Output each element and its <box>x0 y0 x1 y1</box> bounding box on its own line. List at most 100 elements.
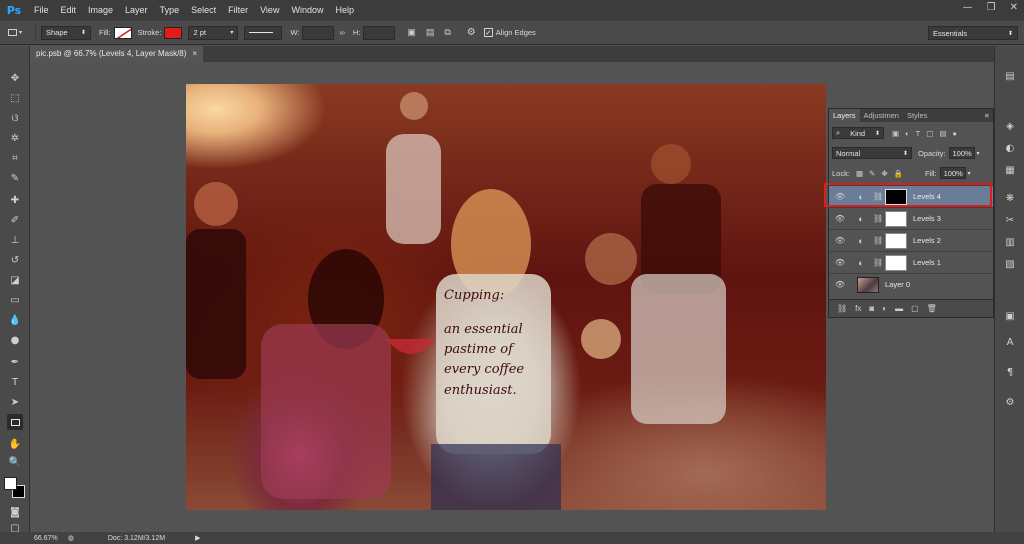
tab-adjustments[interactable]: Adjustmen <box>860 109 903 122</box>
menu-file[interactable]: File <box>28 0 55 21</box>
smart-object-filter-icon[interactable]: ▤ <box>939 129 946 138</box>
menu-window[interactable]: Window <box>285 0 329 21</box>
panel-menu-icon[interactable]: ≡ <box>985 109 993 122</box>
stroke-width-input[interactable]: 2 pt ▾ <box>188 25 239 40</box>
menu-select[interactable]: Select <box>185 0 222 21</box>
visibility-eye-icon[interactable]: 👁 <box>833 280 847 289</box>
layer-row-levels-3[interactable]: 👁 ◐ ⛓ Levels 3 <box>829 207 993 229</box>
lock-position-icon[interactable]: ✥ <box>881 169 887 178</box>
mask-link-icon[interactable]: ⛓ <box>873 236 883 245</box>
mask-link-icon[interactable]: ⛓ <box>873 214 883 223</box>
stroke-type-select[interactable] <box>244 25 283 40</box>
clone-stamp-tool-icon[interactable]: ⊥ <box>7 232 23 248</box>
layer-mask-thumbnail[interactable] <box>885 210 907 227</box>
blur-tool-icon[interactable]: 💧 <box>7 312 23 328</box>
layer-row-levels-1[interactable]: 👁 ◐ ⛓ Levels 1 <box>829 251 993 273</box>
foreground-color-swatch[interactable] <box>4 477 17 490</box>
folder-icon[interactable]: ▬ <box>895 304 903 313</box>
styles-panel-icon[interactable]: ▦ <box>1002 162 1018 178</box>
marquee-tool-icon[interactable]: ⬚ <box>7 90 23 106</box>
filter-toggle-icon[interactable]: ● <box>952 129 957 138</box>
hand-tool-icon[interactable]: ✋ <box>7 436 23 452</box>
visibility-eye-icon[interactable]: 👁 <box>833 236 847 245</box>
restore-button[interactable]: ❐ <box>987 2 996 13</box>
tab-layers[interactable]: Layers <box>829 109 860 122</box>
link-dimensions-icon[interactable]: ∞ <box>339 28 344 37</box>
zoom-tool-icon[interactable]: 🔍 <box>7 454 23 470</box>
type-tool-icon[interactable]: T <box>7 374 23 390</box>
fx-icon[interactable]: fx <box>855 304 861 313</box>
layer-mask-thumbnail[interactable] <box>885 254 907 271</box>
layer-thumbnail[interactable] <box>857 276 879 293</box>
channels-panel-icon[interactable]: ❋ <box>1002 190 1018 206</box>
document-tab[interactable]: pic.psb @ 66.7% (Levels 4, Layer Mask/8)… <box>30 46 204 62</box>
stroke-swatch[interactable] <box>164 26 183 39</box>
menu-filter[interactable]: Filter <box>222 0 254 21</box>
adjustments-panel-icon[interactable]: ◐ <box>1002 140 1018 156</box>
menu-view[interactable]: View <box>254 0 285 21</box>
crop-tool-icon[interactable]: ⌗ <box>7 150 23 166</box>
path-alignment-icon[interactable]: ▤ <box>426 27 435 38</box>
mask-icon[interactable]: ◙ <box>869 304 874 313</box>
layer-row-layer-0[interactable]: 👁 Layer 0 <box>829 273 993 295</box>
history-icon[interactable]: ▤ <box>1002 68 1018 84</box>
layer-row-levels-2[interactable]: 👁 ◐ ⛓ Levels 2 <box>829 229 993 251</box>
mask-link-icon[interactable]: ⛓ <box>873 258 883 267</box>
tool-preset-picker[interactable]: ▾ <box>0 29 30 36</box>
arrow-right-icon[interactable]: ▶ <box>195 534 200 542</box>
gradient-tool-icon[interactable]: ▭ <box>7 292 23 308</box>
shape-filter-icon[interactable]: ▢ <box>926 129 933 138</box>
properties-panel-icon[interactable]: ⚙ <box>1002 394 1018 410</box>
path-arrangement-icon[interactable]: ⧉ <box>444 27 450 38</box>
filter-kind-select[interactable]: ⌕ Kind ⬍ <box>832 127 884 139</box>
height-input[interactable] <box>363 25 396 40</box>
menu-image[interactable]: Image <box>82 0 119 21</box>
tool-mode-select[interactable]: Shape ⬍ <box>41 25 91 40</box>
eyedropper-tool-icon[interactable]: ✎ <box>7 170 23 186</box>
fill-input[interactable]: 100% <box>939 167 966 179</box>
quick-mask-icon[interactable]: ◙ <box>7 504 23 520</box>
character-panel-icon[interactable]: A <box>1002 334 1018 350</box>
paragraph-panel-icon[interactable]: ¶ <box>1002 364 1018 380</box>
document-image[interactable]: Cupping: an essential pastime of every c… <box>186 84 826 510</box>
gear-icon[interactable]: ⚙ <box>467 27 476 38</box>
pen-tool-icon[interactable]: ✒ <box>7 354 23 370</box>
layers-panel-icon[interactable]: ◈ <box>1002 118 1018 134</box>
opacity-input[interactable]: 100% <box>948 147 975 159</box>
adjustment-filter-icon[interactable]: ◐ <box>905 129 910 138</box>
workspace-select[interactable]: Essentials ⬍ <box>928 26 1018 40</box>
menu-layer[interactable]: Layer <box>119 0 154 21</box>
swatches-panel-icon[interactable]: ▥ <box>1002 234 1018 250</box>
path-operations-icon[interactable]: ▣ <box>407 27 416 38</box>
eraser-tool-icon[interactable]: ◪ <box>7 272 23 288</box>
type-filter-icon[interactable]: T <box>916 129 921 138</box>
zoom-level[interactable]: 66.67% <box>34 535 58 542</box>
lock-pixels-icon[interactable]: ✎ <box>869 169 875 178</box>
width-input[interactable] <box>302 25 335 40</box>
link-icon[interactable]: ⛓ <box>837 304 847 313</box>
canvas-area[interactable]: Cupping: an essential pastime of every c… <box>31 62 826 532</box>
menu-type[interactable]: Type <box>154 0 186 21</box>
foreground-background-colors[interactable] <box>3 476 27 500</box>
share-icon[interactable]: ◍ <box>68 534 74 542</box>
chevron-down-icon[interactable]: ▾ <box>968 170 971 177</box>
lock-all-icon[interactable]: 🔒 <box>894 169 903 178</box>
rectangle-tool-icon[interactable] <box>7 414 23 430</box>
magic-wand-tool-icon[interactable]: ✲ <box>7 130 23 146</box>
visibility-eye-icon[interactable]: 👁 <box>833 214 847 223</box>
menu-edit[interactable]: Edit <box>55 0 83 21</box>
brush-tool-icon[interactable]: ✐ <box>7 212 23 228</box>
healing-brush-tool-icon[interactable]: ✚ <box>7 192 23 208</box>
new-layer-icon[interactable]: ▢ <box>911 304 919 313</box>
info-panel-icon[interactable]: ▣ <box>1002 308 1018 324</box>
layer-mask-thumbnail[interactable] <box>885 232 907 249</box>
fill-swatch[interactable] <box>113 26 132 39</box>
path-selection-tool-icon[interactable]: ➤ <box>7 394 23 410</box>
move-tool-icon[interactable]: ✥ <box>7 70 23 86</box>
lasso-tool-icon[interactable]: ଓ <box>7 110 23 126</box>
visibility-eye-icon[interactable]: 👁 <box>833 258 847 267</box>
color-panel-icon[interactable]: ▧ <box>1002 256 1018 272</box>
pixel-filter-icon[interactable]: ▣ <box>892 129 899 138</box>
align-edges-checkbox[interactable]: ✓ <box>483 28 493 37</box>
chevron-down-icon[interactable]: ▾ <box>977 150 980 157</box>
